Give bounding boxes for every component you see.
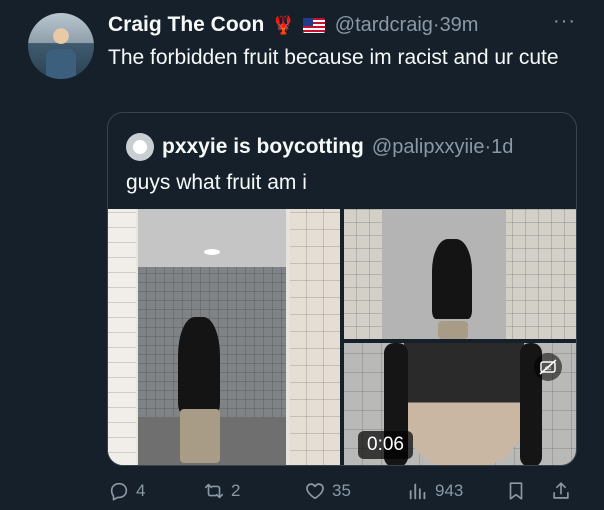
quoted-tweet-text: guys what fruit am i <box>126 171 307 194</box>
photo-mirror-selfie-right[interactable] <box>344 209 576 339</box>
retweet-icon <box>204 483 224 499</box>
tweet-text: The forbidden fruit because im racist an… <box>108 46 559 69</box>
share-button[interactable] <box>550 476 572 506</box>
tweet-action-bar: 4 2 35 943 <box>0 476 604 506</box>
views-button[interactable]: 943 <box>407 476 463 506</box>
quoted-author-handle: @palipxxyiie·1d <box>371 135 514 158</box>
bookmark-icon <box>509 482 523 500</box>
retweet-count: 2 <box>231 481 241 500</box>
views-icon <box>409 483 426 500</box>
reply-button[interactable]: 4 <box>108 476 145 506</box>
more-options-icon[interactable]: ··· <box>553 10 576 33</box>
author-handle[interactable]: @tardcraig·39m <box>335 14 479 37</box>
reply-icon <box>110 482 128 501</box>
reply-count: 4 <box>136 481 146 500</box>
like-button[interactable]: 35 <box>304 476 351 506</box>
tweet-header: Craig The Coon 🦞 @tardcraig·39m <box>108 12 478 38</box>
like-count: 35 <box>332 481 351 500</box>
retweet-button[interactable]: 2 <box>203 476 240 506</box>
share-icon <box>553 482 569 499</box>
quoted-tweet-card[interactable]: pxxyie is boycotting @palipxxyiie·1d guy… <box>107 112 577 466</box>
heart-icon <box>306 483 324 500</box>
quoted-tweet-header: pxxyie is boycotting @palipxxyiie·1d <box>126 133 513 161</box>
views-count: 943 <box>435 481 464 500</box>
bookmark-button[interactable] <box>505 476 527 506</box>
video-duration-badge: 0:06 <box>358 431 413 459</box>
author-name[interactable]: Craig The Coon <box>108 13 264 37</box>
quoted-author-name: pxxyie is boycotting <box>162 135 364 158</box>
captions-off-icon[interactable]: cc <box>534 353 562 381</box>
photo-mirror-selfie-left[interactable] <box>108 209 340 465</box>
lobster-emoji-icon: 🦞 <box>272 14 295 35</box>
us-flag-icon <box>302 17 325 33</box>
author-avatar[interactable] <box>28 13 94 79</box>
quoted-author-avatar <box>126 133 154 161</box>
